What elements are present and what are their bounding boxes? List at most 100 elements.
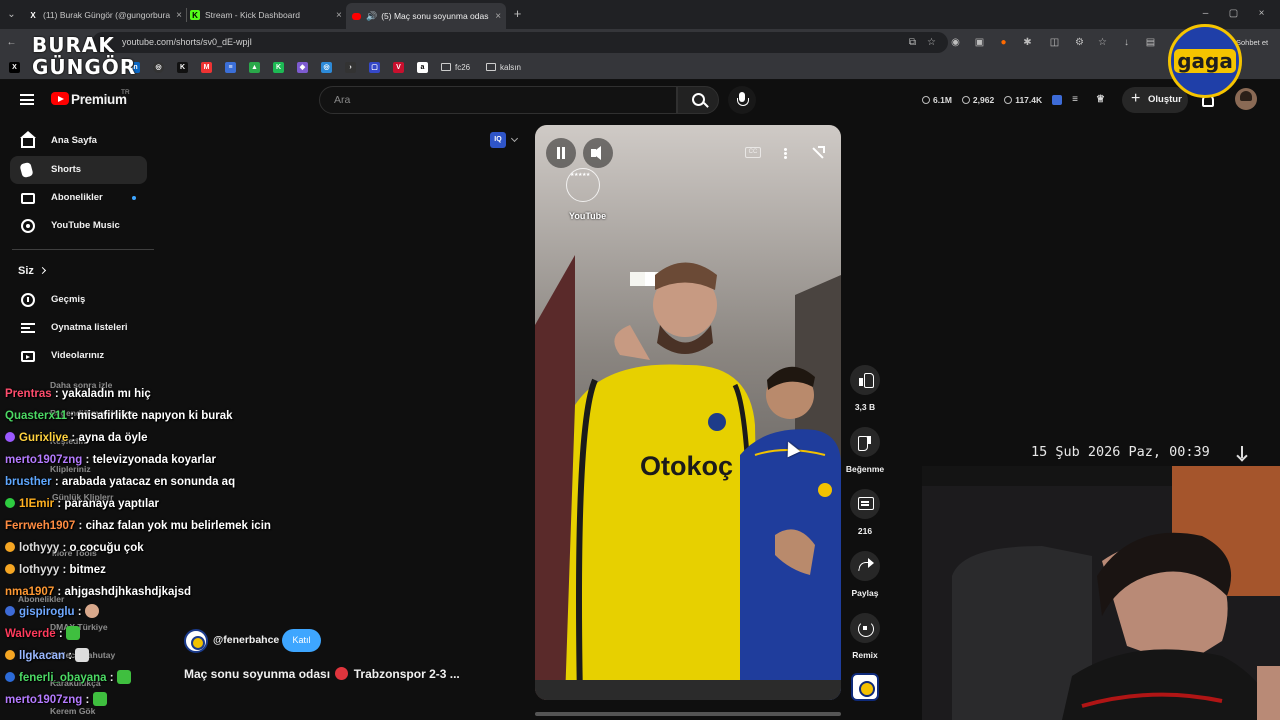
emote-icon <box>84 604 99 618</box>
youtube-premium-wordmark[interactable]: Premium <box>71 92 127 107</box>
x-logo-icon: X <box>30 10 36 20</box>
chat-username: brusther <box>5 476 52 488</box>
download-icon[interactable]: ↓ <box>1121 37 1132 48</box>
captions-icon[interactable]: CC <box>745 147 761 158</box>
subscribers-stat: 6.1M <box>922 95 952 105</box>
back-icon[interactable]: ← <box>6 37 17 48</box>
sohbet-button[interactable]: Sohbet et <box>1236 38 1268 47</box>
you-section-title[interactable]: Siz <box>18 265 34 277</box>
voice-search-icon[interactable] <box>728 86 756 114</box>
extension-icon[interactable]: ⚙ <box>1074 37 1085 48</box>
remix-button[interactable] <box>850 613 880 643</box>
sidebar-item-history[interactable]: Geçmiş <box>10 286 147 314</box>
bookmark-icon[interactable]: M <box>201 62 212 73</box>
sound-thumbnail[interactable] <box>851 673 879 701</box>
svg-text:Otokoç: Otokoç <box>640 451 733 481</box>
close-icon[interactable]: × <box>176 10 182 21</box>
extension-icon[interactable]: ▤ <box>1145 37 1156 48</box>
bookmark-icon[interactable]: V <box>393 62 404 73</box>
bookmark-icon[interactable]: a <box>417 62 428 73</box>
bookmark-icon[interactable]: ◎ <box>321 62 332 73</box>
search-button[interactable] <box>677 86 719 114</box>
video-progress-bar[interactable] <box>535 712 841 716</box>
minimize-icon[interactable]: – <box>1200 8 1211 19</box>
subscriptions-icon <box>21 193 35 204</box>
bookmark-folder-fc26[interactable]: fc26 <box>441 63 470 72</box>
like-button[interactable] <box>850 365 880 395</box>
extension-icon[interactable]: IQ <box>490 132 506 148</box>
new-tab-icon[interactable]: + <box>512 7 523 20</box>
create-button[interactable]: Oluştur <box>1122 86 1188 113</box>
short-title[interactable]: Maç sonu soyunma odası Trabzonspor 2-3 .… <box>184 667 460 681</box>
comment-count: 216 <box>857 526 873 536</box>
menu-icon[interactable] <box>20 94 34 105</box>
avatar[interactable] <box>1235 88 1257 110</box>
sidebar-item-shorts[interactable]: Shorts <box>10 156 147 184</box>
subscriber-badge-icon <box>5 672 15 682</box>
pause-icon[interactable] <box>546 138 576 168</box>
bookmark-folder-kalsin[interactable]: kalsın <box>486 63 521 72</box>
sidebar-item-playlists[interactable]: Oynatma listeleri <box>10 314 147 342</box>
chat-message: Walverde : <box>5 626 80 640</box>
chevron-right-icon <box>38 266 47 275</box>
more-options-icon[interactable] <box>784 152 787 155</box>
fullscreen-icon[interactable] <box>811 146 825 159</box>
bookmark-icon[interactable]: ◆ <box>297 62 308 73</box>
install-icon[interactable]: ⧉ <box>907 37 918 48</box>
extension-icon[interactable] <box>1052 94 1063 105</box>
heart-emoji-icon <box>335 667 349 680</box>
sidebar-item-your-videos[interactable]: Videolarınız <box>10 342 147 370</box>
close-icon[interactable]: × <box>495 11 501 22</box>
tab-title: Stream - Kick Dashboard <box>205 10 300 20</box>
bookmark-star-icon[interactable]: ☆ <box>926 37 937 48</box>
sidebar-item-home[interactable]: Ana Sayfa <box>10 127 147 155</box>
volume-icon[interactable] <box>583 138 613 168</box>
bookmark-icon[interactable]: ◎ <box>153 62 164 73</box>
drive-bookmark-icon[interactable]: ▲ <box>249 62 260 73</box>
favorites-icon[interactable]: ☆ <box>1097 37 1108 48</box>
chat-message: 1lEmir : paranaya yaptılar <box>5 498 159 510</box>
sidebar-item-music[interactable]: YouTube Music <box>10 212 147 240</box>
channel-avatar[interactable] <box>184 629 208 653</box>
shorts-video-player[interactable]: Otokoç CC YouTube <box>535 125 841 700</box>
bookmark-icon[interactable]: K <box>273 62 284 73</box>
chat-username: nma1907 <box>5 586 55 598</box>
extensions-puzzle-icon[interactable]: ✱ <box>1022 37 1033 48</box>
list-icon[interactable]: ≡ <box>1072 94 1078 105</box>
extension-icon[interactable]: ◉ <box>950 37 961 48</box>
close-icon[interactable]: × <box>336 10 342 21</box>
tab-kick[interactable]: K Stream - Kick Dashboard × <box>190 5 342 25</box>
chevron-down-icon[interactable] <box>510 134 519 143</box>
tab-search-icon[interactable]: ⌄ <box>6 9 17 20</box>
extension-icon[interactable]: ● <box>998 37 1009 48</box>
bookmark-icon[interactable]: ▢ <box>369 62 380 73</box>
shorts-icon <box>19 161 34 179</box>
views-stat: 2,962 <box>961 95 994 105</box>
chat-message: Prentras : yakaladın mı hiç <box>5 388 151 400</box>
search-input[interactable]: Ara <box>319 86 677 114</box>
chat-message: lothyyy : bitmez <box>5 564 106 576</box>
share-button[interactable] <box>850 551 880 581</box>
youtube-masthead: Premium TR Ara 6.1M 2,962 117.4K ≡ ♕ Olu… <box>0 80 1280 120</box>
split-view-icon[interactable]: ◫ <box>1049 37 1060 48</box>
browser-tab-bar: ⌄ X (11) Burak Güngör (@gungorbura × K S… <box>0 0 1280 29</box>
comments-button[interactable] <box>850 489 880 519</box>
bookmark-icon[interactable]: › <box>345 62 356 73</box>
maximize-icon[interactable]: ▢ <box>1228 8 1239 19</box>
youtube-logo-icon[interactable] <box>51 92 69 105</box>
sidebar-item-subscriptions[interactable]: Abonelikler <box>10 184 147 212</box>
url-field[interactable]: youtube.com/shorts/sv0_dE-wpjI <box>92 32 948 53</box>
speaker-icon[interactable]: 🔊 <box>366 11 377 22</box>
join-button[interactable]: Katıl <box>282 629 321 652</box>
tab-youtube-active[interactable]: 🔊 (5) Maç sonu soyunma odası × <box>346 3 506 29</box>
dislike-button[interactable] <box>850 427 880 457</box>
window-close-icon[interactable]: × <box>1256 8 1267 19</box>
chat-username: merto1907zng <box>5 694 83 706</box>
tab-twitter[interactable]: X (11) Burak Güngör (@gungorbura × <box>28 5 188 25</box>
channel-name[interactable]: @fenerbahce <box>213 634 279 646</box>
bookmark-icon[interactable]: K <box>177 62 188 73</box>
trophy-icon[interactable]: ♕ <box>1096 94 1105 105</box>
docs-bookmark-icon[interactable]: ≡ <box>225 62 236 73</box>
x-bookmark-icon[interactable]: X <box>9 62 20 73</box>
extension-icon[interactable]: ▣ <box>974 37 985 48</box>
